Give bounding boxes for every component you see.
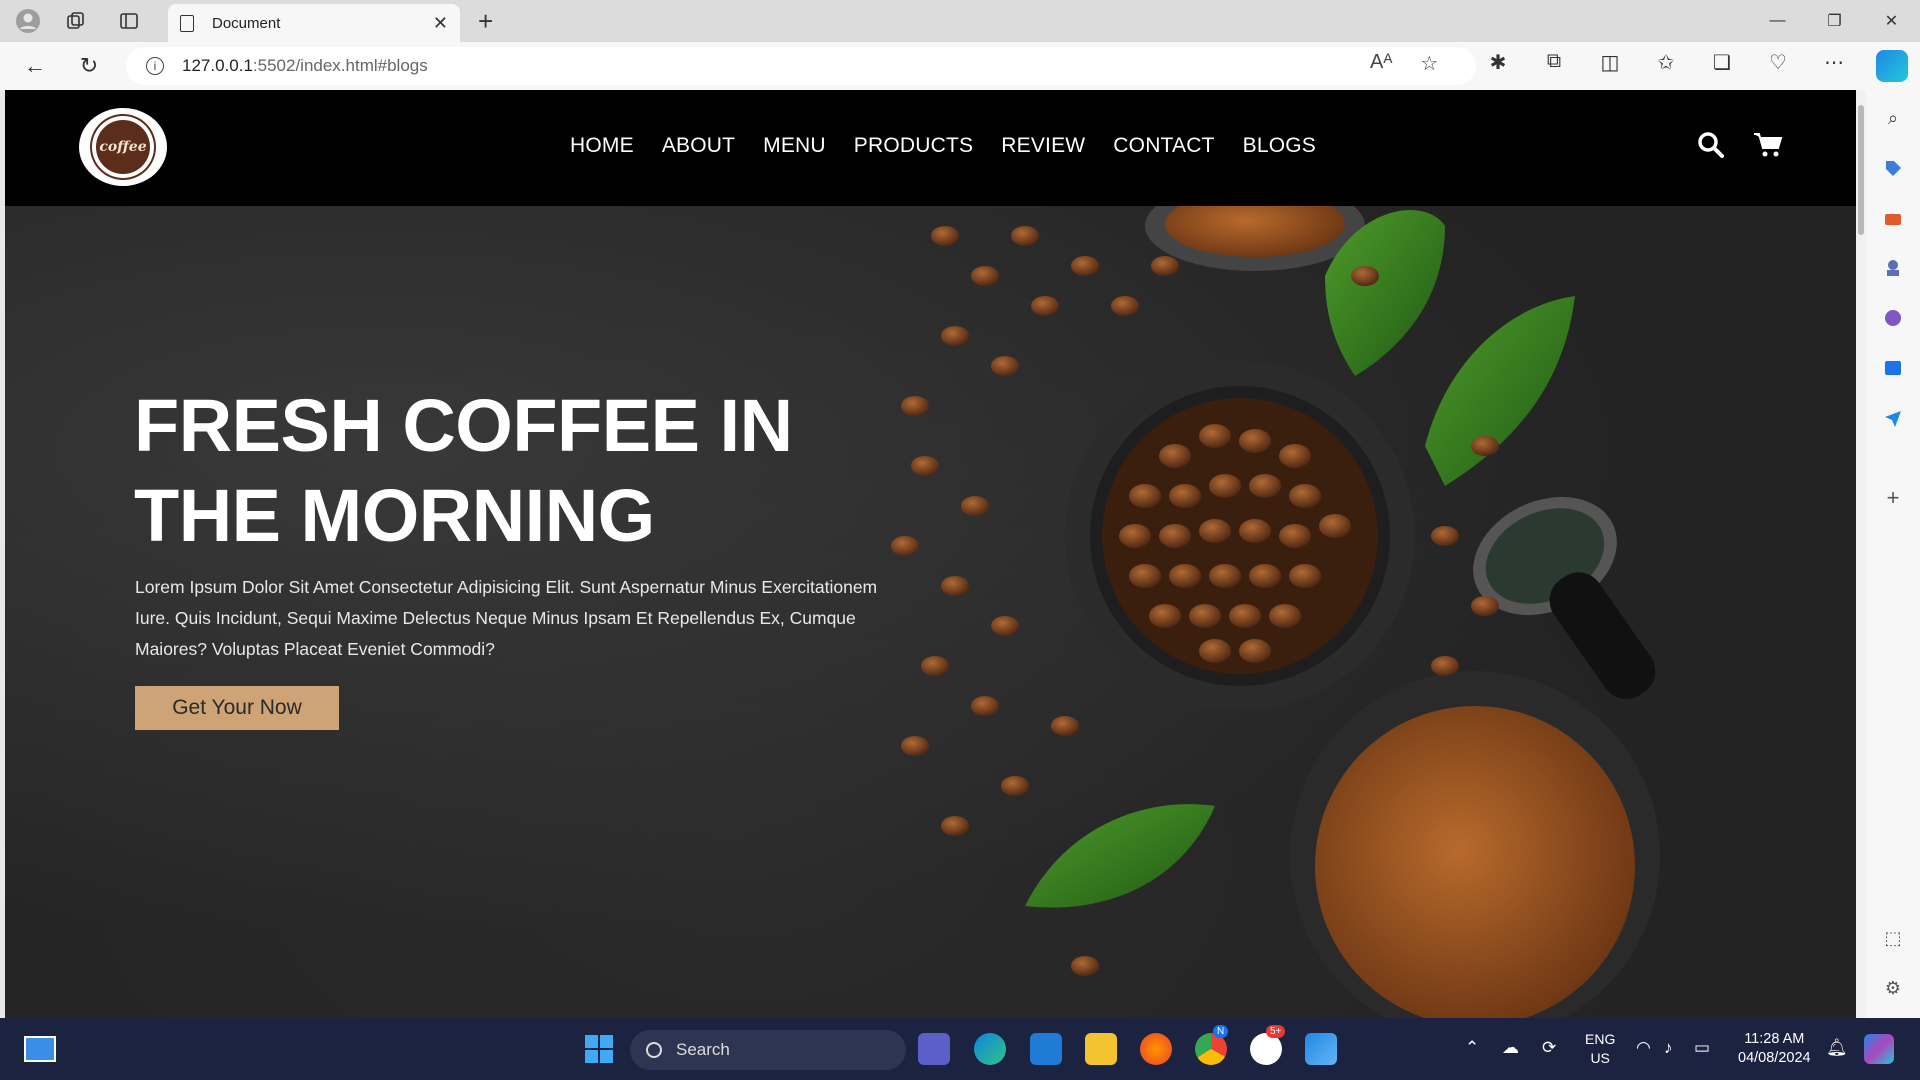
browser-tab-strip: Document ✕ + — ❐ ✕	[0, 0, 1920, 42]
volume-icon[interactable]: ♪	[1664, 1038, 1673, 1058]
main-nav: HOME ABOUT MENU PRODUCTS REVIEW CONTACT …	[570, 134, 1316, 158]
url-path: :5502/index.html#blogs	[252, 56, 428, 75]
search-icon[interactable]	[1697, 130, 1725, 160]
teams-icon[interactable]	[918, 1033, 950, 1065]
nav-menu[interactable]: MENU	[763, 134, 826, 158]
sidebar-shopping-icon[interactable]	[1879, 154, 1907, 182]
nav-about[interactable]: ABOUT	[662, 134, 735, 158]
read-aloud-icon[interactable]: A͏ᴬ	[1370, 51, 1392, 76]
chrome-badge: N	[1213, 1025, 1229, 1038]
nav-contact[interactable]: CONTACT	[1113, 134, 1214, 158]
tab-title: Document	[212, 14, 281, 32]
onedrive-icon[interactable]: ☁	[1502, 1038, 1519, 1058]
zalo-badge: 5+	[1266, 1025, 1286, 1038]
sidebar-search-icon[interactable]: ⌕	[1879, 104, 1907, 132]
close-tab-icon[interactable]: ✕	[433, 13, 448, 34]
sidebar-games-icon[interactable]	[1879, 254, 1907, 282]
copilot-taskbar-icon[interactable]	[1864, 1034, 1894, 1064]
taskbar-search-label: Search	[676, 1040, 730, 1059]
browser-sidebar: ⌕ + ⬚ ⚙	[1866, 90, 1920, 1018]
lang-line-2: US	[1590, 1050, 1610, 1066]
vscode-icon[interactable]	[1030, 1033, 1062, 1065]
back-icon[interactable]: ←	[8, 46, 62, 86]
minimize-icon[interactable]: —	[1749, 0, 1806, 42]
favorites-icon[interactable]: ✩	[1648, 50, 1684, 75]
get-your-now-button[interactable]: Get Your Now	[135, 686, 339, 730]
taskbar-search[interactable]: Search	[630, 1030, 906, 1070]
zalo-icon[interactable]: 5+	[1250, 1025, 1286, 1065]
new-tab-icon[interactable]: +	[478, 6, 493, 37]
collections-icon[interactable]: ❏	[1704, 50, 1740, 75]
photos-icon[interactable]	[1305, 1033, 1337, 1065]
coffee-beans-image	[891, 206, 1660, 1018]
file-explorer-icon[interactable]	[1085, 1033, 1117, 1065]
scrollbar-thumb[interactable]	[1858, 105, 1864, 235]
sidebar-send-icon[interactable]	[1879, 404, 1907, 432]
workspaces-icon[interactable]	[56, 1, 96, 41]
browser-tab[interactable]: Document ✕	[168, 4, 460, 42]
sidebar-add-icon[interactable]: +	[1879, 484, 1907, 512]
tab-actions-icon[interactable]	[109, 1, 149, 41]
more-options-icon[interactable]: ⋯	[1816, 50, 1852, 75]
logo-badge: coffee	[96, 120, 150, 174]
edge-icon[interactable]	[974, 1033, 1006, 1065]
url-host: 127.0.0.1	[182, 56, 253, 75]
start-icon[interactable]	[585, 1035, 613, 1063]
site-logo[interactable]: coffee	[79, 108, 167, 186]
address-bar-row: ← ↻ i 127.0.0.1:5502/index.html#blogs A͏…	[0, 42, 1920, 90]
hero-title: FRESH COFFEE IN THE MORNING	[134, 381, 834, 561]
language-indicator[interactable]: ENG US	[1585, 1030, 1615, 1068]
refresh-icon[interactable]: ↻	[62, 46, 116, 86]
restore-icon[interactable]: ❐	[1806, 0, 1863, 42]
firefox-icon[interactable]	[1140, 1033, 1172, 1065]
sidebar-tools-icon[interactable]	[1879, 204, 1907, 232]
cart-icon[interactable]	[1753, 130, 1783, 160]
chrome-icon[interactable]: N	[1195, 1025, 1229, 1065]
window-controls: — ❐ ✕	[1749, 0, 1920, 42]
wifi-icon[interactable]: ◠	[1636, 1038, 1651, 1058]
clock-time: 11:28 AM	[1744, 1031, 1805, 1047]
nav-review[interactable]: REVIEW	[1001, 134, 1085, 158]
hero-section: FRESH COFFEE IN THE MORNING Lorem Ipsum …	[5, 206, 1856, 1018]
sidebar-settings-icon[interactable]: ⚙	[1879, 974, 1907, 1002]
sidebar-screenshot-icon[interactable]: ⬚	[1879, 924, 1907, 952]
url-field[interactable]: i 127.0.0.1:5502/index.html#blogs	[126, 47, 1476, 85]
document-icon	[180, 14, 194, 32]
sidebar-outlook-icon[interactable]	[1879, 354, 1907, 382]
url-actions: A͏ᴬ ☆	[1370, 51, 1438, 76]
profile-icon[interactable]	[8, 1, 48, 41]
site-info-icon[interactable]: i	[146, 57, 164, 75]
windows-taskbar: Search N 5+ ⌃ ☁ ⟳ ENG US ◠ ♪ ▭ 11:28 AM …	[0, 1018, 1920, 1080]
clock[interactable]: 11:28 AM 04/08/2024	[1738, 1030, 1811, 1068]
page-scrollbar[interactable]	[1856, 90, 1866, 1018]
clock-date: 04/08/2024	[1738, 1050, 1811, 1066]
favorite-star-icon[interactable]: ☆	[1420, 51, 1438, 76]
split-screen-icon[interactable]: ◫	[1592, 50, 1628, 75]
sync-icon[interactable]: ⟳	[1542, 1038, 1556, 1058]
site-header: coffee HOME ABOUT MENU PRODUCTS REVIEW C…	[5, 90, 1856, 206]
nav-products[interactable]: PRODUCTS	[854, 134, 973, 158]
widgets-icon[interactable]	[24, 1036, 56, 1062]
lang-line-1: ENG	[1585, 1031, 1616, 1047]
show-hidden-icons-icon[interactable]: ⌃	[1465, 1038, 1479, 1058]
browser-essentials-icon[interactable]: ♡	[1760, 50, 1796, 75]
copilot-icon[interactable]	[1876, 50, 1908, 82]
nav-home[interactable]: HOME	[570, 134, 634, 158]
hero-description: Lorem Ipsum Dolor Sit Amet Consectetur A…	[135, 577, 878, 659]
hero-title-line-1: FRESH COFFEE IN	[134, 384, 793, 467]
header-icons	[1697, 130, 1783, 160]
nav-blogs[interactable]: BLOGS	[1243, 134, 1316, 158]
notification-bell-icon[interactable]: 🔔︎	[1826, 1038, 1848, 1058]
browser-toolbar: ✱ ⧉ ◫ ✩ ❏ ♡ ⋯	[1480, 50, 1852, 75]
battery-icon[interactable]: ▭	[1694, 1038, 1710, 1058]
page-viewport: coffee HOME ABOUT MENU PRODUCTS REVIEW C…	[5, 90, 1866, 1018]
extension-bug-icon[interactable]: ✱	[1480, 50, 1516, 75]
close-window-icon[interactable]: ✕	[1863, 0, 1920, 42]
taskbar-search-icon	[646, 1042, 662, 1058]
extensions-icon[interactable]: ⧉	[1536, 50, 1572, 75]
hero-title-line-2: THE MORNING	[134, 474, 655, 557]
sidebar-office-icon[interactable]	[1879, 304, 1907, 332]
